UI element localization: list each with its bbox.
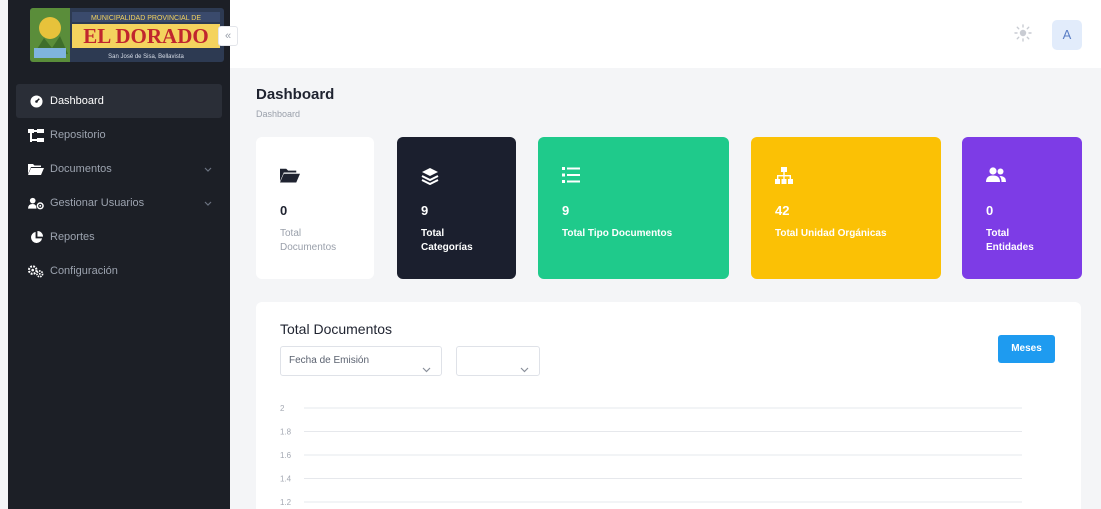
stat-label: Total Tipo Documentos <box>562 227 672 241</box>
period-select[interactable] <box>456 346 540 376</box>
y-tick-label: 1.2 <box>280 498 292 507</box>
y-tick-label: 1.4 <box>280 475 292 484</box>
documents-line-chart: 2 1.8 1.6 1.4 1.2 <box>280 404 1022 507</box>
documents-chart-panel: Total Documentos Fecha de Emisión Meses … <box>256 302 1081 509</box>
stat-card-entidades[interactable]: 0 Total Entidades <box>962 137 1082 279</box>
y-tick-label: 1.6 <box>280 451 292 460</box>
sidebar-item-label: Dashboard <box>50 95 104 107</box>
sidebar-item-dashboard[interactable]: Dashboard <box>16 84 222 118</box>
avatar[interactable]: A <box>1052 20 1082 50</box>
sidebar-item-label: Reportes <box>50 231 95 243</box>
stat-label: Total Categorías <box>421 227 473 255</box>
sidebar-item-label: Documentos <box>50 163 112 175</box>
sidebar-item-repositorio[interactable]: Repositorio <box>16 118 222 152</box>
folder-open-icon <box>28 162 44 176</box>
chevron-down-icon <box>520 357 529 385</box>
sidebar: MUNICIPALIDAD PROVINCIAL DE EL DORADO Sa… <box>8 0 230 509</box>
stat-card-documentos[interactable]: 0 Total Documentos <box>256 137 374 279</box>
sun-icon[interactable] <box>1014 24 1032 42</box>
stat-label-line1: Total <box>280 228 302 239</box>
chevron-down-icon <box>204 198 212 210</box>
dashboard-icon <box>28 94 44 108</box>
logo-line3: San José de Sisa, Bellavista <box>108 54 184 60</box>
sidebar-item-documentos[interactable]: Documentos <box>16 152 222 186</box>
sidebar-collapse-button[interactable]: « <box>218 26 238 46</box>
stat-label-line1: Total Unidad Orgánicas <box>775 228 887 239</box>
stat-value: 9 <box>562 203 570 218</box>
sidebar-item-label: Repositorio <box>50 129 106 141</box>
logo-line2: EL DORADO <box>83 24 208 48</box>
sidebar-item-gestionar-usuarios[interactable]: Gestionar Usuarios <box>16 186 222 220</box>
municipality-logo[interactable]: MUNICIPALIDAD PROVINCIAL DE EL DORADO Sa… <box>30 8 224 62</box>
meses-button[interactable]: Meses <box>998 335 1055 363</box>
sitemap-icon <box>28 128 44 142</box>
stat-card-tipo-documentos[interactable]: 9 Total Tipo Documentos <box>538 137 729 279</box>
stat-value: 9 <box>421 203 429 218</box>
stat-label: Total Entidades <box>986 227 1034 255</box>
sidebar-item-reportes[interactable]: Reportes <box>16 220 222 254</box>
chevron-down-icon <box>204 164 212 176</box>
y-tick-label: 1.8 <box>280 428 292 437</box>
users-cog-icon <box>28 196 44 210</box>
stat-label-line2: Entidades <box>986 242 1034 253</box>
stat-label-line1: Total Tipo Documentos <box>562 228 673 239</box>
chevron-down-icon <box>422 357 431 385</box>
sitemap-icon <box>775 167 795 185</box>
select-value: Fecha de Emisión <box>289 355 370 366</box>
stat-card-unidad-organicas[interactable]: 42 Total Unidad Orgánicas <box>751 137 941 279</box>
panel-title: Total Documentos <box>280 321 393 337</box>
date-type-select[interactable]: Fecha de Emisión <box>280 346 442 376</box>
stat-label: Total Unidad Orgánicas <box>775 227 887 241</box>
stat-label-line1: Total <box>986 228 1010 239</box>
stat-label-line1: Total <box>421 228 445 239</box>
cogs-icon <box>28 264 44 278</box>
top-header: A <box>230 0 1101 68</box>
y-tick-label: 2 <box>280 404 285 413</box>
stat-value: 42 <box>775 203 790 218</box>
list-icon <box>562 167 582 185</box>
logo-line1: MUNICIPALIDAD PROVINCIAL DE <box>91 15 201 22</box>
logo-image: MUNICIPALIDAD PROVINCIAL DE EL DORADO Sa… <box>30 8 224 62</box>
sidebar-item-label: Configuración <box>50 265 118 277</box>
stat-value: 0 <box>986 203 994 218</box>
folder-open-icon <box>280 167 300 185</box>
sidebar-item-label: Gestionar Usuarios <box>50 197 145 209</box>
stat-label-line2: Documentos <box>280 242 337 253</box>
stat-label: Total Documentos <box>280 227 336 255</box>
pie-chart-icon <box>28 230 44 244</box>
sidebar-nav: Dashboard Repositorio Documentos Gestion… <box>8 84 230 288</box>
stat-value: 0 <box>280 203 288 218</box>
layers-icon <box>421 167 441 186</box>
page-title: Dashboard <box>256 86 335 103</box>
stat-card-categorias[interactable]: 9 Total Categorías <box>397 137 516 279</box>
stat-label-line2: Categorías <box>421 242 473 253</box>
users-icon <box>986 167 1006 185</box>
breadcrumb[interactable]: Dashboard <box>256 109 300 119</box>
chevron-double-left-icon: « <box>224 30 232 42</box>
sidebar-item-configuracion[interactable]: Configuración <box>16 254 222 288</box>
